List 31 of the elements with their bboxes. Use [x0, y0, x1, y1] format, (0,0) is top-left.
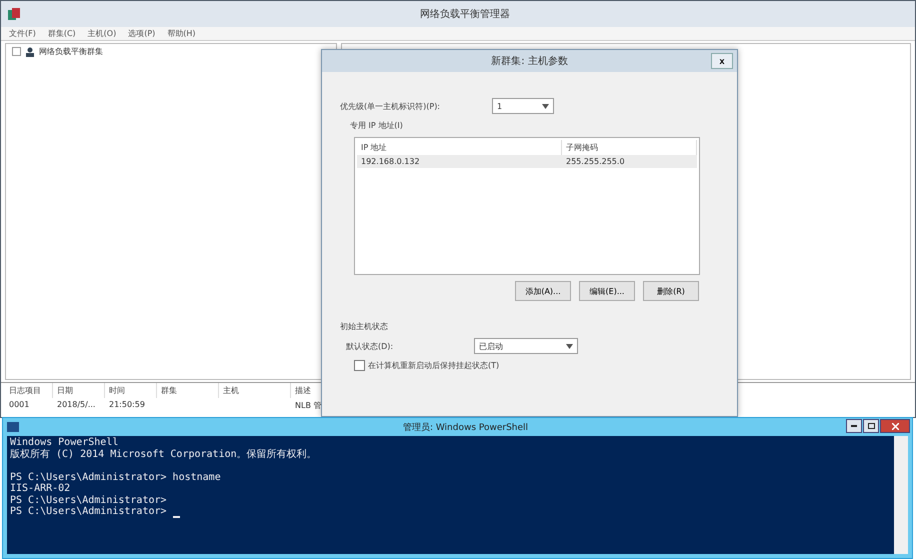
dialog-button[interactable]: 删除(R): [643, 281, 699, 301]
menu-item[interactable]: 文件(F): [9, 28, 36, 39]
section-label: 初始主机状态: [340, 321, 389, 332]
column-header[interactable]: 日志项目: [5, 383, 53, 398]
table-cell-text: NLB 管: [294, 400, 322, 412]
table-cell-text: 0001: [8, 399, 30, 411]
window-title: 管理员: Windows PowerShell: [402, 422, 528, 434]
field-label: 优先级(单一主机标识符)(P):: [340, 100, 442, 112]
state-dropdown[interactable]: 已启动: [474, 338, 578, 354]
column-header[interactable]: 时间: [105, 383, 157, 398]
column-header[interactable]: 主机: [219, 383, 291, 398]
dialog-title: 新群集: 主机参数: [491, 54, 568, 68]
menu-item[interactable]: 主机(O): [88, 28, 116, 39]
list-row[interactable]: 192.168.0.132 255.255.255.0: [357, 155, 697, 168]
dialog-button[interactable]: 编辑(E)...: [579, 281, 635, 301]
console-output: Windows PowerShell 版权所有 (C) 2014 Microsoft Corporation。保留所有权利。 PS C:\Users\Administrator> hostname IIS-ARR-02 PS C:\Users\Administrator> PS C:\Users\Administrator>: [9, 436, 318, 520]
table-cell-text: 21:50:59: [108, 399, 146, 411]
close-button[interactable]: x: [711, 53, 733, 69]
column-header[interactable]: 日期: [53, 383, 105, 398]
priority-dropdown[interactable]: 1: [492, 98, 554, 114]
column-header[interactable]: 群集: [157, 383, 219, 398]
section-label: 专用 IP 地址(I): [350, 120, 404, 131]
window-title: 网络负载平衡管理器: [420, 8, 510, 21]
menu-item[interactable]: 帮助(H): [167, 28, 196, 39]
dialog-button[interactable]: 添加(A)...: [515, 281, 571, 301]
tree-item[interactable]: 网络负载平衡群集: [39, 46, 103, 57]
menu-item[interactable]: 选项(P): [128, 28, 156, 39]
menu-item[interactable]: 群集(C): [48, 28, 76, 39]
table-cell-text: 2018/5/...: [56, 399, 96, 411]
field-label: 默认状态(D):: [346, 340, 394, 352]
checkbox-label: 在计算机重新启动后保持挂起状态(T): [368, 360, 500, 371]
